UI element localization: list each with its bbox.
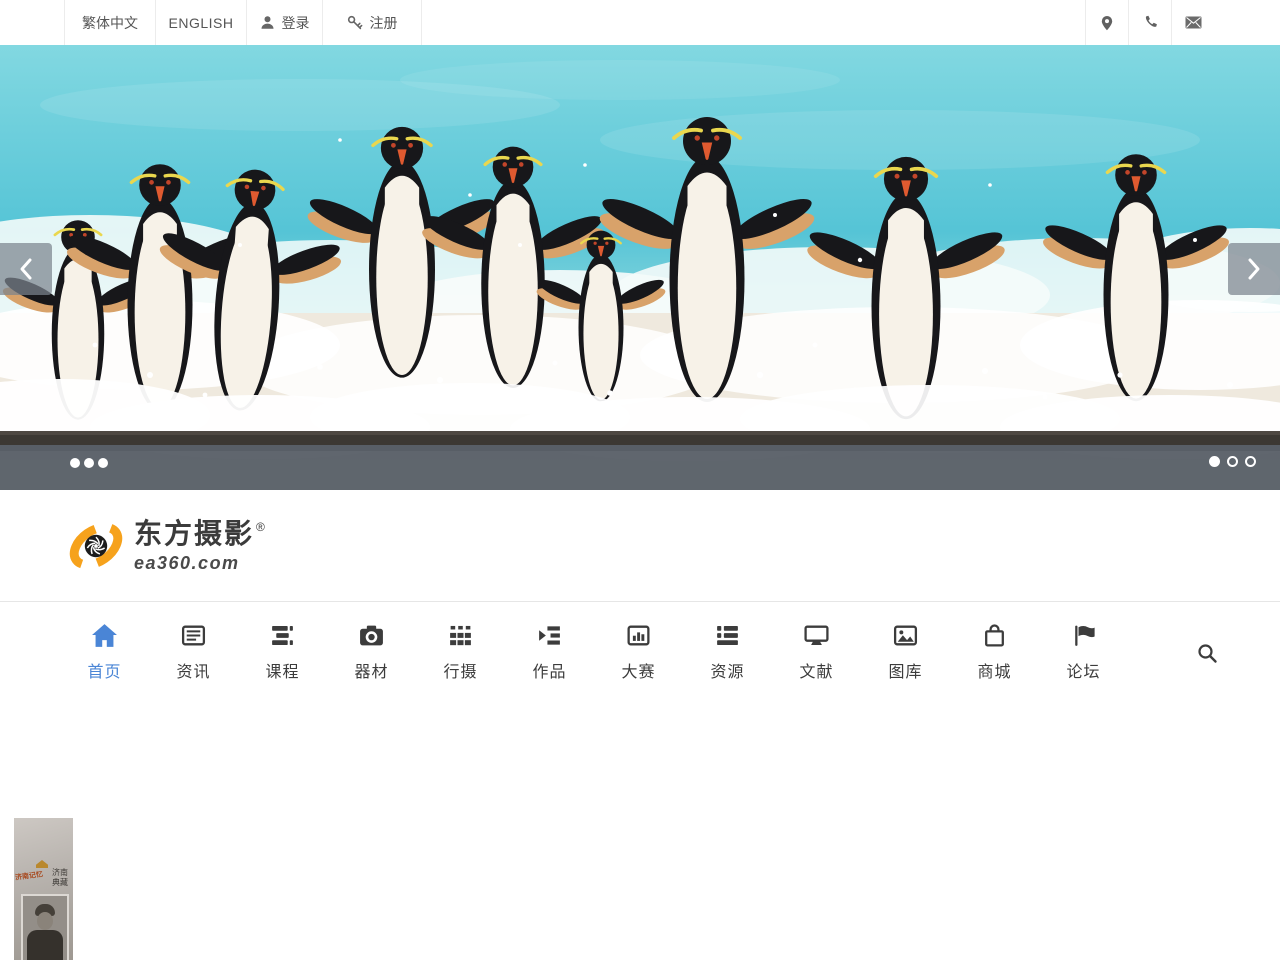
carousel-loading-dots	[70, 458, 108, 468]
home-icon	[91, 623, 118, 648]
nav-item-lessons[interactable]: 课程	[238, 602, 327, 702]
nav-item-forum[interactable]: 论坛	[1039, 602, 1128, 702]
nav-item-news[interactable]: 资讯	[149, 602, 238, 702]
nav-label: 资源	[710, 658, 744, 682]
portrait-body	[27, 930, 63, 960]
main-navigation: 首页 资讯 课程 器材	[0, 602, 1280, 702]
email-button[interactable]	[1171, 0, 1214, 45]
hero-carousel	[0, 45, 1280, 490]
book-side-text: 济南 典藏	[52, 868, 68, 889]
nav-label: 论坛	[1066, 658, 1100, 682]
lang-traditional-chinese-link[interactable]: 繁体中文	[64, 0, 155, 45]
left-dot[interactable]	[98, 458, 108, 468]
location-button[interactable]	[1085, 0, 1128, 45]
site-name: 东方摄影	[134, 518, 254, 549]
grid-icon	[447, 623, 474, 648]
topbar-left-spacer	[0, 0, 64, 45]
login-label: 登录	[282, 13, 310, 33]
nav-label: 作品	[532, 658, 566, 682]
gallery-image-icon	[892, 623, 919, 648]
logo-strip: 东方摄影® ea360.com	[0, 490, 1280, 602]
login-link[interactable]: 登录	[246, 0, 322, 45]
nav-label: 首页	[87, 658, 121, 682]
chevron-left-icon	[16, 257, 36, 281]
topbar-right-spacer	[1214, 0, 1280, 45]
rockhopper-penguins-surf-photo	[0, 45, 1280, 490]
nav-label: 商城	[977, 658, 1011, 682]
nav-item-contest[interactable]: 大赛	[594, 602, 683, 702]
left-dot[interactable]	[70, 458, 80, 468]
carousel-indicator-1[interactable]	[1209, 456, 1220, 467]
page: 繁体中文 ENGLISH 登录 注册	[0, 0, 1280, 960]
article-thumbnail-book-cover[interactable]: 济南记忆 济南 典藏	[14, 818, 73, 960]
carousel-indicators	[1209, 456, 1256, 467]
nav-item-shop[interactable]: 商城	[950, 602, 1039, 702]
left-dot[interactable]	[84, 458, 94, 468]
nav-item-travel-photo[interactable]: 行摄	[416, 602, 505, 702]
site-domain: ea360.com	[134, 554, 265, 572]
topbar: 繁体中文 ENGLISH 登录 注册	[0, 0, 1280, 45]
chevron-right-icon	[1244, 257, 1264, 281]
phone-icon	[1143, 15, 1158, 30]
ea360-logo-mark[interactable]	[68, 518, 124, 574]
register-link[interactable]: 注册	[322, 0, 422, 45]
nav-label: 大赛	[621, 658, 655, 682]
lessons-icon	[269, 623, 296, 648]
nav-label: 资讯	[176, 658, 210, 682]
carousel-indicator-3[interactable]	[1245, 456, 1256, 467]
nav-item-gallery[interactable]: 图库	[861, 602, 950, 702]
resources-list-icon	[714, 623, 741, 648]
nav-item-literature[interactable]: 文献	[772, 602, 861, 702]
email-icon	[1185, 16, 1202, 29]
forum-flag-icon	[1070, 623, 1097, 648]
nav-label: 课程	[265, 658, 299, 682]
camera-icon	[358, 623, 385, 648]
nav-label: 器材	[354, 658, 388, 682]
location-icon	[1100, 15, 1114, 31]
contest-chart-icon	[625, 623, 652, 648]
search-button[interactable]	[1196, 642, 1218, 664]
portrait-face	[37, 912, 53, 930]
nav-label: 文献	[799, 658, 833, 682]
shopping-bag-icon	[981, 623, 1008, 648]
lang-english-label: ENGLISH	[169, 15, 234, 31]
book-portrait-photo	[21, 894, 69, 960]
works-indent-icon	[536, 623, 563, 648]
search-icon	[1196, 642, 1218, 664]
nav-item-resources[interactable]: 资源	[683, 602, 772, 702]
carousel-indicator-2[interactable]	[1227, 456, 1238, 467]
nav-label: 图库	[888, 658, 922, 682]
registered-trademark: ®	[256, 520, 265, 534]
carousel-next-button[interactable]	[1228, 243, 1280, 295]
phone-button[interactable]	[1128, 0, 1171, 45]
book-title: 济南记忆	[14, 869, 43, 882]
lang-english-link[interactable]: ENGLISH	[155, 0, 246, 45]
nav-item-gear[interactable]: 器材	[327, 602, 416, 702]
register-label: 注册	[370, 13, 398, 33]
monitor-icon	[803, 623, 830, 648]
nav-label: 行摄	[443, 658, 477, 682]
news-icon	[180, 623, 207, 648]
lang-traditional-chinese-label: 繁体中文	[82, 13, 138, 33]
nav-item-home[interactable]: 首页	[60, 602, 149, 702]
key-icon	[347, 15, 363, 31]
logo-text[interactable]: 东方摄影® ea360.com	[134, 520, 265, 572]
user-icon	[260, 15, 275, 30]
topbar-gap	[422, 0, 1085, 45]
book-emblem-icon	[36, 860, 48, 868]
nav-item-works[interactable]: 作品	[505, 602, 594, 702]
carousel-prev-button[interactable]	[0, 243, 52, 295]
